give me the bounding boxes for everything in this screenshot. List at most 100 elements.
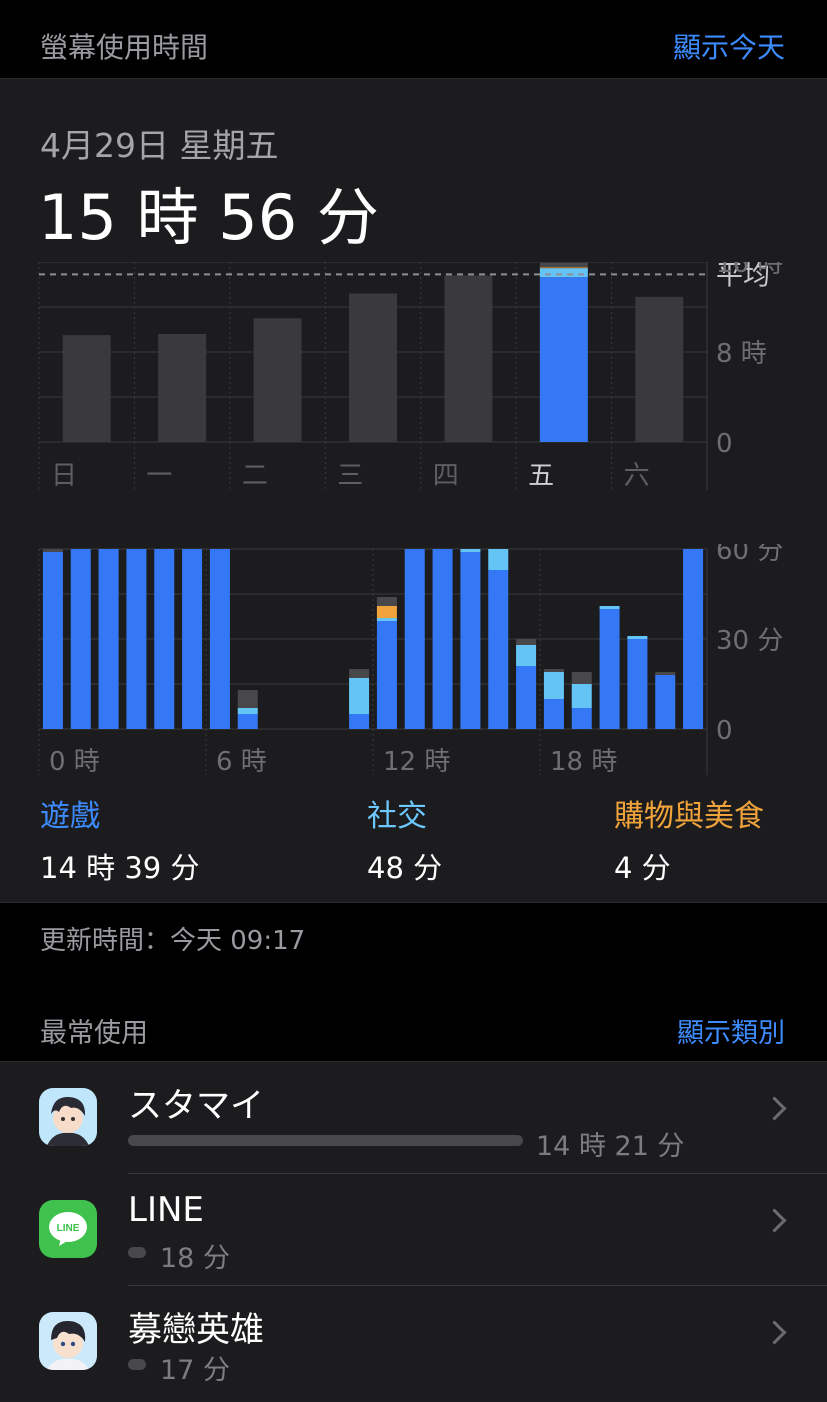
app-name-hero: 募戀英雄 bbox=[128, 1310, 264, 1350]
most-used-header: 最常使用 顯示類別 bbox=[0, 1003, 827, 1062]
screen-time-title: 螢幕使用時間 bbox=[40, 31, 209, 64]
day-label: 三 bbox=[337, 461, 363, 491]
app-row-stamy[interactable]: スタマイ 14 時 21 分 bbox=[0, 1062, 827, 1174]
hour-bar-other bbox=[571, 672, 592, 684]
category-shopping[interactable]: 購物與美食 4 分 bbox=[614, 791, 764, 887]
hour-bar-social bbox=[460, 549, 481, 552]
x-tick-label: 6 時 bbox=[216, 747, 267, 777]
stamy-app-icon bbox=[39, 1088, 97, 1146]
hour-bar-games bbox=[209, 549, 230, 729]
day-bar bbox=[635, 296, 684, 442]
usage-bar-stamy bbox=[128, 1135, 523, 1146]
show-categories-link[interactable]: 顯示類別 bbox=[677, 1011, 785, 1050]
hour-bar-social bbox=[627, 636, 648, 639]
hour-bar-other bbox=[655, 672, 676, 675]
app-time-hero: 17 分 bbox=[160, 1355, 230, 1386]
category-social-time: 48 分 bbox=[367, 851, 443, 885]
usage-card: 4月29日 星期五 15 時 56 分 日一二三四五六平均 16 時8 時0 0 … bbox=[0, 79, 827, 903]
app-row-hero[interactable]: 募戀英雄 17 分 bbox=[0, 1286, 827, 1398]
bar-games bbox=[539, 277, 588, 442]
hour-bar-games bbox=[70, 549, 91, 729]
y-tick-label: 0 bbox=[716, 429, 733, 459]
svg-text:LINE: LINE bbox=[57, 1223, 80, 1234]
most-used-title: 最常使用 bbox=[40, 1018, 148, 1049]
hour-bar-social bbox=[376, 618, 397, 621]
bar-social bbox=[539, 268, 588, 278]
line-app-icon: LINE bbox=[39, 1200, 97, 1258]
category-legend: 遊戲 14 時 39 分 社交 48 分 購物與美食 4 分 bbox=[0, 791, 827, 891]
day-label: 六 bbox=[624, 461, 650, 491]
show-today-link[interactable]: 顯示今天 bbox=[673, 26, 785, 66]
selected-date: 4月29日 星期五 bbox=[40, 126, 279, 165]
hour-bar-games bbox=[432, 549, 453, 729]
hour-bar-social bbox=[571, 684, 592, 708]
chevron-right-icon bbox=[762, 1208, 787, 1233]
hour-bar-games bbox=[126, 549, 147, 729]
hour-bar-social bbox=[516, 645, 537, 666]
hour-bar-games bbox=[683, 549, 704, 729]
app-time-stamy: 14 時 21 分 bbox=[536, 1131, 685, 1162]
x-tick-label: 12 時 bbox=[383, 747, 450, 777]
hour-bar-games bbox=[627, 639, 648, 729]
chevron-right-icon bbox=[762, 1096, 787, 1121]
hour-bar-games bbox=[182, 549, 203, 729]
hour-bar-games bbox=[488, 570, 509, 729]
category-social-name: 社交 bbox=[367, 799, 427, 834]
app-time-line: 18 分 bbox=[160, 1243, 230, 1274]
boyfriend-game-icon bbox=[39, 1312, 97, 1370]
y-tick-label: 0 bbox=[716, 716, 733, 746]
hourly-chart[interactable]: 0 時 6 時 12 時 18 時 60 分 30 分 0 bbox=[0, 544, 827, 784]
app-name-stamy: スタマイ bbox=[128, 1086, 264, 1126]
app-name-line: LINE bbox=[128, 1190, 204, 1230]
category-games-name: 遊戲 bbox=[40, 799, 100, 834]
category-social[interactable]: 社交 48 分 bbox=[367, 791, 442, 887]
category-shopping-name: 購物與美食 bbox=[614, 799, 764, 834]
category-games[interactable]: 遊戲 14 時 39 分 bbox=[40, 791, 199, 887]
hour-bar-games bbox=[154, 549, 175, 729]
hour-bar-games bbox=[349, 714, 370, 729]
hour-bar-games bbox=[655, 675, 676, 729]
y-tick-label: 8 時 bbox=[716, 339, 767, 369]
bar-shopping bbox=[539, 267, 588, 269]
hour-bar-other bbox=[543, 669, 564, 672]
day-bar bbox=[349, 293, 397, 442]
updated-time: 更新時間：今天 09:17 bbox=[40, 926, 306, 956]
hour-bar-games bbox=[237, 714, 258, 729]
hour-bar-games bbox=[543, 699, 564, 729]
day-label: 二 bbox=[242, 461, 268, 491]
hour-bar-social bbox=[488, 549, 509, 570]
hour-bar-other bbox=[349, 669, 370, 678]
hour-bar-shopping bbox=[376, 606, 397, 618]
hour-bar-social bbox=[349, 678, 370, 714]
hour-bar-games bbox=[42, 552, 63, 729]
bar-other bbox=[539, 262, 588, 268]
category-shopping-time: 4 分 bbox=[614, 851, 671, 885]
hour-bar-social bbox=[543, 672, 564, 699]
hour-bar-social bbox=[599, 606, 620, 609]
hour-bar-other bbox=[237, 690, 258, 708]
day-bar bbox=[253, 318, 302, 442]
category-games-time: 14 時 39 分 bbox=[40, 851, 200, 885]
hour-bar-games bbox=[516, 666, 537, 729]
y-tick-label: 30 分 bbox=[716, 626, 783, 656]
app-row-line[interactable]: LINE LINE 18 分 bbox=[0, 1174, 827, 1286]
day-label: 日 bbox=[51, 461, 77, 491]
day-label: 一 bbox=[146, 461, 172, 491]
hour-bar-games bbox=[460, 552, 481, 729]
day-bar bbox=[158, 334, 207, 442]
hour-bar-games bbox=[599, 609, 620, 729]
usage-bar-line bbox=[128, 1247, 146, 1258]
hour-bar-social bbox=[237, 708, 258, 714]
weekly-chart[interactable]: 日一二三四五六平均16 時8 時0 bbox=[0, 262, 827, 502]
day-label: 五 bbox=[528, 461, 554, 491]
usage-bar-hero bbox=[128, 1359, 146, 1370]
y-tick-label: 16 時 bbox=[716, 262, 783, 279]
x-tick-label: 0 時 bbox=[49, 747, 100, 777]
most-used-list: スタマイ 14 時 21 分 LINE LINE 18 分 募戀英雄 17 分 bbox=[0, 1062, 827, 1402]
hour-bar-games bbox=[376, 621, 397, 729]
hour-bar-games bbox=[404, 549, 425, 729]
day-bar bbox=[62, 335, 111, 442]
hour-bar-games bbox=[98, 549, 119, 729]
chevron-right-icon bbox=[762, 1320, 787, 1345]
total-time: 15 時 56 分 bbox=[38, 181, 379, 254]
